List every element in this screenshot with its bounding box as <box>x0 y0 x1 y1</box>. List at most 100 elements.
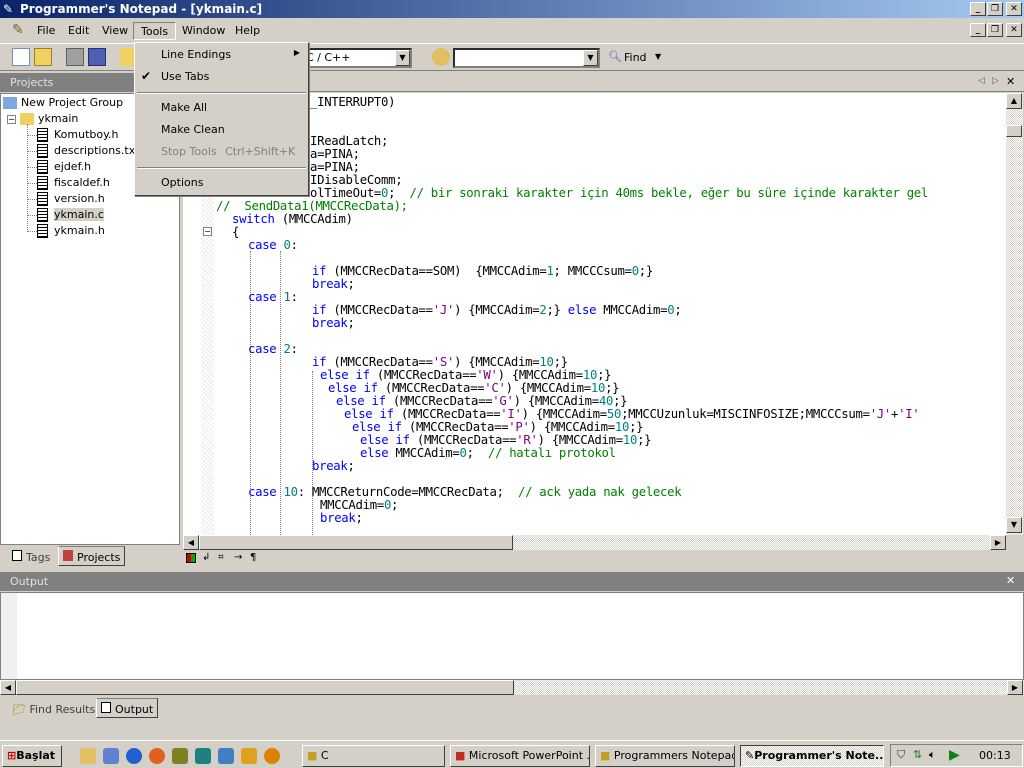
close-output-icon[interactable]: ✕ <box>1006 574 1015 587</box>
task-programmers-notepad[interactable]: ✎Programmer's Note... <box>740 745 884 767</box>
tree-item-file[interactable]: fiscaldef.h <box>27 176 110 192</box>
menu-item-options[interactable]: Options <box>137 173 306 193</box>
start-button[interactable]: ⊞Başlat <box>2 745 62 767</box>
code-token: ) {MMCCAdim= <box>454 355 540 369</box>
quicklaunch-winamp-icon[interactable] <box>241 748 257 764</box>
color-scheme-icon[interactable] <box>186 553 196 563</box>
code-token: case <box>248 485 277 499</box>
tags-icon <box>12 550 22 561</box>
editor-horizontal-scrollbar[interactable]: ◀ ▶ <box>183 535 1006 550</box>
tree-item-group[interactable]: New Project Group <box>3 96 123 112</box>
menu-file[interactable]: File <box>30 22 62 40</box>
line-numbers-icon[interactable]: ⌗ <box>218 552 224 563</box>
doc-restore-button[interactable]: ❐ <box>987 23 1003 37</box>
quicklaunch-ie-icon[interactable] <box>126 748 142 764</box>
tree-item-file[interactable]: ejdef.h <box>27 160 91 176</box>
code-line: if (MMCCRecData=='J') {MMCCAdim=2;} else… <box>312 304 682 317</box>
scroll-left-icon[interactable]: ◀ <box>183 535 199 550</box>
tab-scroll-left-icon[interactable]: ◁ <box>978 76 985 86</box>
task-powerpoint[interactable]: ■ Microsoft PowerPoint ... <box>450 745 590 767</box>
hscroll-thumb[interactable] <box>199 535 513 550</box>
menu-separator <box>137 92 306 94</box>
find-button[interactable]: Find <box>624 51 647 64</box>
tree-item-file[interactable]: descriptions.txt <box>27 144 140 160</box>
close-tab-icon[interactable]: ✕ <box>1006 75 1015 88</box>
shortcut-label: Ctrl+Shift+K <box>225 145 296 158</box>
word-wrap-icon[interactable]: ↲ <box>202 552 210 563</box>
quicklaunch-clock-icon[interactable] <box>172 748 188 764</box>
new-file-icon[interactable] <box>12 48 30 66</box>
scroll-left-icon[interactable]: ◀ <box>0 680 16 695</box>
menu-help[interactable]: Help <box>228 22 267 40</box>
doc-minimize-button[interactable]: _ <box>970 23 986 37</box>
file-icon <box>37 160 48 174</box>
shield-icon[interactable]: ⛉ <box>897 748 905 762</box>
find-dropdown-icon[interactable]: ▼ <box>655 52 661 61</box>
tab-find-results[interactable]: 📁︎ Find Results <box>8 700 99 720</box>
task-folder-c[interactable]: ■ C <box>302 745 445 767</box>
quicklaunch-notepad-icon[interactable] <box>80 748 96 764</box>
tree-item-project[interactable]: − ykmain <box>7 112 78 128</box>
doc-close-button[interactable]: ✕ <box>1006 23 1022 37</box>
output-horizontal-scrollbar[interactable]: ◀ ▶ <box>0 680 1024 695</box>
scroll-up-icon[interactable]: ▲ <box>1006 93 1022 109</box>
quicklaunch-media-player-icon[interactable] <box>264 748 280 764</box>
code-token: else if <box>360 433 410 447</box>
scroll-thumb[interactable] <box>1006 125 1022 137</box>
save-icon[interactable] <box>66 48 84 66</box>
save-all-icon[interactable] <box>88 48 106 66</box>
code-line: break; <box>312 317 355 330</box>
editor-vertical-scrollbar[interactable]: ▲ ▼ <box>1006 93 1023 535</box>
quicklaunch-explorer-icon[interactable] <box>103 748 119 764</box>
search-input[interactable]: ▼ <box>453 48 600 68</box>
open-folder-icon[interactable] <box>34 48 52 66</box>
task-programmers-notepad-folder[interactable]: ■ Programmers Notepad <box>595 745 735 767</box>
scroll-down-icon[interactable]: ▼ <box>1006 517 1022 533</box>
chevron-down-icon[interactable]: ▼ <box>395 50 410 66</box>
play-icon[interactable]: ▶ <box>949 747 960 763</box>
volume-icon[interactable]: 🔈︎ <box>929 748 936 762</box>
app-icon: ✎ <box>3 2 14 16</box>
scroll-right-icon[interactable]: ▶ <box>990 535 1006 550</box>
whitespace-icon[interactable]: → <box>234 552 242 563</box>
menu-window[interactable]: Window <box>175 22 232 40</box>
file-icon <box>37 192 48 206</box>
close-button[interactable]: ✕ <box>1006 2 1022 16</box>
tab-scroll-right-icon[interactable]: ▷ <box>992 76 999 86</box>
code-token: a=PINA; <box>310 147 360 161</box>
code-editor[interactable]: _INTERRUPT0) IReadLatch; a=PINA; a=PINA; IDi… <box>214 93 1006 535</box>
output-content[interactable] <box>0 592 1024 680</box>
menu-item-line-endings[interactable]: Line Endings ▶ <box>137 45 306 65</box>
menu-item-use-tabs[interactable]: ✔ Use Tabs <box>137 67 306 87</box>
network-icon[interactable]: ⇅ <box>913 748 922 761</box>
tab-output[interactable]: Output <box>96 698 159 718</box>
maximize-button[interactable]: ❐ <box>987 2 1003 16</box>
menu-item-make-clean[interactable]: Make Clean <box>137 120 306 140</box>
code-token: ; <box>347 316 355 330</box>
code-token: ;} <box>597 368 612 382</box>
chevron-down-icon[interactable]: ▼ <box>583 50 598 66</box>
scroll-right-icon[interactable]: ▶ <box>1007 680 1023 695</box>
menu-tools[interactable]: Tools <box>133 22 177 40</box>
tree-item-file[interactable]: Komutboy.h <box>27 128 119 144</box>
collapse-icon[interactable]: − <box>7 114 16 124</box>
quicklaunch-messenger-icon[interactable] <box>218 748 234 764</box>
quicklaunch-firefox-icon[interactable] <box>149 748 165 764</box>
tab-tags[interactable]: Tags <box>8 547 54 567</box>
tab-projects[interactable]: Projects <box>58 546 126 566</box>
menu-edit[interactable]: Edit <box>61 22 96 40</box>
tree-item-file[interactable]: ykmain.h <box>27 224 105 240</box>
scheme-select[interactable]: C / C++ ▼ <box>300 48 412 68</box>
menu-view[interactable]: View <box>95 22 135 40</box>
hscroll-thumb[interactable] <box>16 680 514 695</box>
tree-item-file[interactable]: ykmain.c <box>27 208 104 224</box>
file-icon <box>37 144 48 158</box>
find-in-files-icon[interactable] <box>432 48 450 66</box>
quicklaunch-calculator-icon[interactable] <box>195 748 211 764</box>
minimize-button[interactable]: _ <box>970 2 986 16</box>
tree-item-file[interactable]: version.h <box>27 192 105 208</box>
fold-toggle-icon[interactable]: − <box>203 227 212 236</box>
menu-item-make-all[interactable]: Make All <box>137 98 306 118</box>
line-endings-icon[interactable]: ¶ <box>250 552 256 563</box>
